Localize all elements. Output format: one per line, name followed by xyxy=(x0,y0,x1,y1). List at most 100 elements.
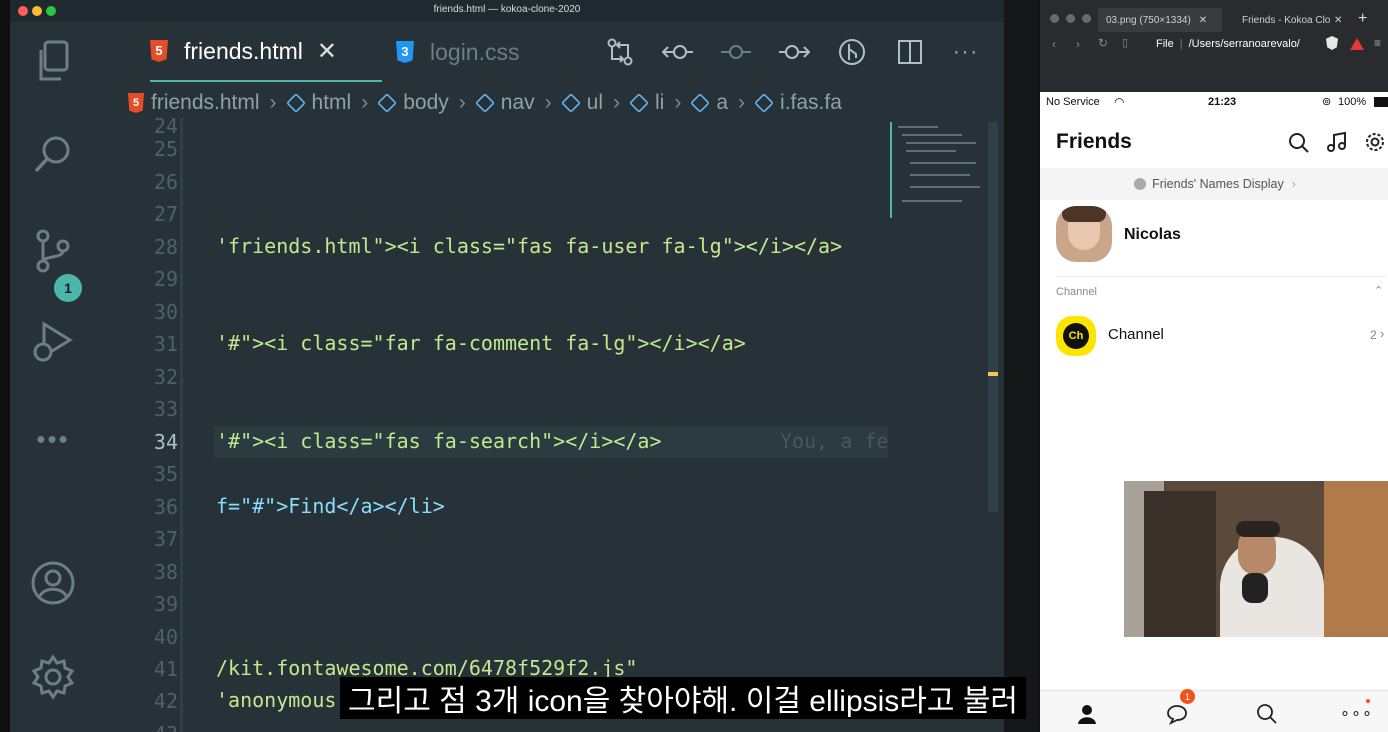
breadcrumb-item-ul[interactable]: ul xyxy=(560,91,603,115)
scrollbar[interactable] xyxy=(988,122,998,512)
search-icon[interactable] xyxy=(28,130,78,180)
breadcrumb-item-body[interactable]: body xyxy=(377,91,449,115)
breadcrumb-item-i[interactable]: i.fas.fa xyxy=(754,91,842,115)
code-line: '#"><i class="fas fa-search"></i></a> xyxy=(216,429,662,453)
nav-more-ellipsis-icon[interactable]: ∘∘∘ xyxy=(1340,703,1373,723)
chevron-right-icon: › xyxy=(458,91,466,114)
browser-tab-friends[interactable]: Friends - Kokoa Clo ✕ xyxy=(1232,8,1352,32)
phone-status-bar: No Service ◠ 21:23 ⊚ 100% xyxy=(1040,92,1388,114)
bookmark-icon[interactable]: ▯ xyxy=(1122,36,1128,49)
scheme-label: File xyxy=(1156,38,1174,50)
breadcrumb-item-li[interactable]: li xyxy=(629,91,665,115)
names-display-banner[interactable]: Friends' Names Display › xyxy=(1040,168,1388,200)
line-number: 38 xyxy=(153,560,178,584)
line-number: 31 xyxy=(153,332,178,356)
rotation-lock-icon: ⊚ xyxy=(1322,96,1332,108)
split-editor-icon[interactable] xyxy=(892,34,928,70)
line-number: 42 xyxy=(153,689,178,713)
line-number: 34 xyxy=(153,430,178,454)
account-icon[interactable] xyxy=(28,558,78,608)
element-icon xyxy=(377,93,398,113)
activity-bar: 1 ••• xyxy=(10,22,96,732)
channel-logo-icon: Ch xyxy=(1056,316,1096,356)
channel-name[interactable]: Channel xyxy=(1108,326,1164,343)
timeline-icon[interactable] xyxy=(718,34,754,70)
rewards-icon[interactable] xyxy=(1350,38,1364,50)
address-bar[interactable]: File | /Users/serranoarevalo/... xyxy=(1150,34,1300,54)
line-number: 40 xyxy=(153,625,178,649)
indent-guide xyxy=(180,118,183,732)
tab-friends-html[interactable]: 5 friends.html ✕ xyxy=(150,22,382,82)
html5-icon: 5 xyxy=(150,40,168,62)
breadcrumb-label: ul xyxy=(586,91,603,114)
carrier-label: No Service xyxy=(1046,96,1100,108)
channel-logo-text: Ch xyxy=(1063,323,1089,349)
browser-chrome: 03.png (750×1334) ✕ Friends - Kokoa Clo … xyxy=(1040,0,1388,92)
breadcrumb-item-file[interactable]: 5 friends.html xyxy=(128,91,260,115)
nav-friends-icon[interactable] xyxy=(1076,703,1098,730)
close-tab-icon[interactable]: ✕ xyxy=(1334,15,1342,26)
window-title: friends.html — kokoa-clone-2020 xyxy=(433,4,581,15)
breadcrumb-item-nav[interactable]: nav xyxy=(474,91,535,115)
close-tab-icon[interactable]: ✕ xyxy=(317,37,337,66)
breadcrumb-label: li xyxy=(655,91,665,114)
breadcrumb-label: a xyxy=(716,91,729,114)
screen: friends.html — kokoa-clone-2020 1 ••• 5 … xyxy=(0,0,1388,732)
browser-tab-image[interactable]: 03.png (750×1334) ✕ xyxy=(1098,8,1222,32)
previous-change-icon[interactable] xyxy=(660,34,696,70)
battery-icon xyxy=(1374,97,1388,107)
breadcrumb-item-a[interactable]: a xyxy=(690,91,729,115)
breadcrumb-label: i.fas.fa xyxy=(780,91,842,114)
window-control[interactable] xyxy=(1066,14,1075,23)
git-graph-icon[interactable] xyxy=(834,34,870,70)
nav-search-icon[interactable] xyxy=(1256,703,1278,730)
run-debug-icon[interactable] xyxy=(28,316,78,366)
settings-gear-icon[interactable] xyxy=(28,652,78,702)
chevron-right-icon: › xyxy=(738,91,746,114)
breadcrumb-item-html[interactable]: html xyxy=(285,91,351,115)
line-number: 41 xyxy=(153,657,178,681)
search-icon[interactable] xyxy=(1288,132,1310,159)
tab-label: login.css xyxy=(430,38,520,65)
scm-badge: 1 xyxy=(54,274,82,302)
brave-shield-icon[interactable] xyxy=(1326,36,1338,50)
new-tab-icon[interactable]: + xyxy=(1358,10,1367,28)
profile-name[interactable]: Nicolas xyxy=(1124,226,1181,244)
window-control[interactable] xyxy=(1050,14,1059,23)
tab-login-css[interactable]: 3 login.css xyxy=(396,22,519,82)
desktop-gap xyxy=(1004,0,1038,732)
line-number: 39 xyxy=(153,592,178,616)
chevron-right-icon: › xyxy=(1380,326,1385,341)
music-icon[interactable] xyxy=(1326,131,1348,158)
line-number: 25 xyxy=(153,137,178,161)
minimap[interactable] xyxy=(890,122,980,218)
code-line: 'friends.html"><i class="fas fa-user fa-… xyxy=(216,234,843,258)
line-number: 27 xyxy=(153,202,178,226)
source-control-icon[interactable] xyxy=(28,226,78,276)
explorer-icon[interactable] xyxy=(28,36,78,86)
more-actions-icon[interactable]: ··· xyxy=(948,34,984,70)
avatar[interactable] xyxy=(1056,206,1112,262)
next-change-icon[interactable] xyxy=(776,34,812,70)
line-number: 24 xyxy=(153,118,178,138)
close-tab-icon[interactable]: ✕ xyxy=(1199,15,1207,26)
more-icon[interactable]: ••• xyxy=(28,414,78,464)
line-number: 33 xyxy=(153,397,178,421)
section-label: Channel xyxy=(1056,286,1097,298)
back-icon[interactable]: ‹ xyxy=(1052,37,1056,51)
settings-icon[interactable] xyxy=(1364,131,1386,158)
open-changes-icon[interactable] xyxy=(602,34,638,70)
line-number: 36 xyxy=(153,495,178,519)
page-title: Friends xyxy=(1056,130,1132,153)
info-icon xyxy=(1134,178,1147,190)
forward-icon[interactable]: › xyxy=(1076,37,1080,51)
chevron-up-icon[interactable]: ⌃ xyxy=(1374,284,1383,297)
code-editor[interactable]: 24 25 26 27 28 29 30 31 32 33 34 35 36 3… xyxy=(128,118,1008,732)
menu-icon[interactable]: ≡ xyxy=(1374,36,1381,50)
window-control[interactable] xyxy=(1082,14,1091,23)
reload-icon[interactable]: ↻ xyxy=(1098,36,1108,50)
wifi-icon: ◠ xyxy=(1114,95,1125,109)
element-icon xyxy=(690,93,711,113)
css3-icon: 3 xyxy=(396,41,414,63)
nav-chats-icon[interactable] xyxy=(1166,703,1188,730)
